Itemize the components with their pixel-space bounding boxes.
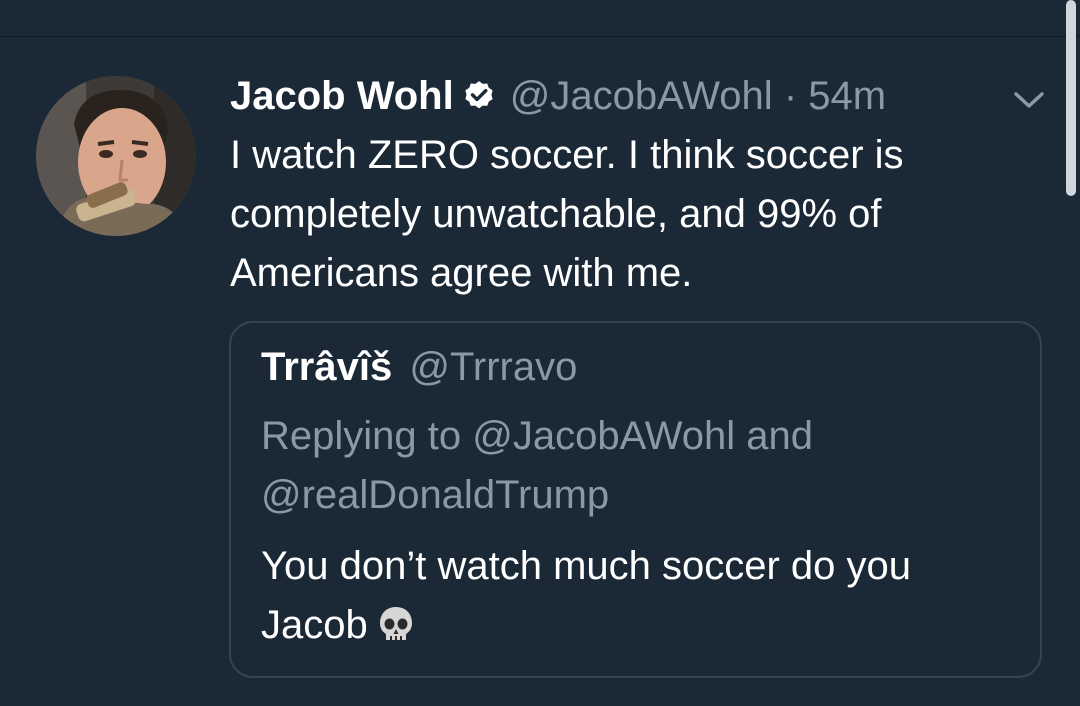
avatar[interactable] — [36, 76, 196, 236]
separator-dot: · — [783, 73, 798, 118]
quoted-author-handle: @Trrravo — [409, 345, 578, 389]
tweet-header: Jacob Wohl @JacobAWohl · 54m — [230, 68, 886, 124]
top-divider — [0, 36, 1080, 37]
tweet-text: I watch ZERO soccer. I think soccer is c… — [230, 133, 904, 295]
avatar-photo-icon — [36, 76, 196, 236]
skull-emoji-icon — [379, 607, 412, 640]
verified-badge-icon — [465, 81, 493, 109]
scrollbar-thumb[interactable] — [1066, 0, 1076, 196]
quoted-tweet-text: You don’t watch much soccer do you Jacob — [261, 537, 1021, 655]
quoted-author-name: Trrâvîš — [261, 345, 393, 389]
quoted-tweet-card[interactable]: Trrâvîš @Trrravo Replying to @JacobAWohl… — [229, 321, 1042, 678]
author-display-name[interactable]: Jacob Wohl — [230, 74, 454, 119]
chevron-down-icon[interactable] — [1012, 88, 1046, 112]
replying-to-text: Replying to @JacobAWohl and @realDonaldT… — [261, 414, 814, 517]
author-handle[interactable]: @JacobAWohl — [510, 74, 773, 118]
tweet-timestamp[interactable]: 54m — [808, 74, 886, 118]
quoted-tweet-header: Trrâvîš @Trrravo — [261, 345, 577, 390]
author-handle-and-time: @JacobAWohl · 54m — [510, 74, 886, 119]
quoted-tweet-body: You don’t watch much soccer do you Jacob — [261, 544, 912, 647]
